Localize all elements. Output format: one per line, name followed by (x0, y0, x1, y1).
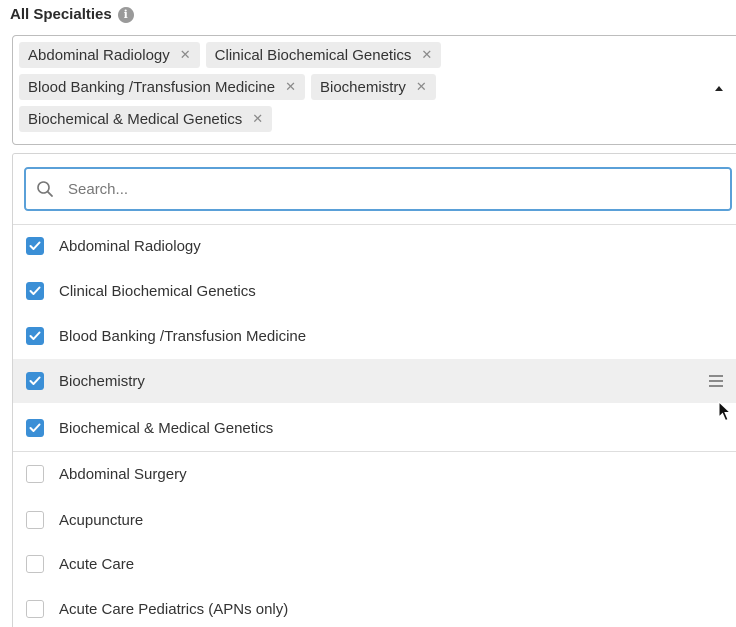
unchecked-checkbox[interactable] (26, 465, 44, 483)
checkmark-icon (29, 241, 41, 250)
option-item[interactable]: Biochemical & Medical Genetics (13, 406, 736, 450)
search-field[interactable] (24, 167, 732, 211)
option-item[interactable]: Abdominal Radiology (13, 224, 736, 268)
unchecked-checkbox[interactable] (26, 511, 44, 529)
drag-handle-icon[interactable] (709, 375, 723, 390)
selected-tag: Clinical Biochemical Genetics ✕ (205, 42, 442, 68)
option-item[interactable]: Acupuncture (13, 498, 736, 542)
tag-label: Biochemistry (320, 78, 406, 96)
selected-tag: Abdominal Radiology ✕ (19, 42, 200, 68)
option-item[interactable]: Biochemistry (13, 359, 736, 403)
selected-tag: Biochemistry ✕ (311, 74, 436, 100)
search-icon (37, 181, 53, 197)
checked-checkbox[interactable] (26, 237, 44, 255)
option-label: Acupuncture (59, 511, 144, 529)
remove-tag-icon[interactable]: ✕ (416, 79, 427, 95)
field-label: All Specialties (10, 6, 112, 23)
option-label: Abdominal Radiology (59, 237, 201, 255)
tag-label: Abdominal Radiology (28, 46, 170, 64)
option-item[interactable]: Acute Care (13, 542, 736, 586)
option-label: Blood Banking /Transfusion Medicine (59, 327, 307, 345)
option-label: Acute Care (59, 555, 135, 573)
option-label: Clinical Biochemical Genetics (59, 282, 256, 300)
option-item[interactable]: Acute Care Pediatrics (APNs only) (13, 587, 736, 627)
checked-checkbox[interactable] (26, 282, 44, 300)
checked-checkbox[interactable] (26, 372, 44, 390)
remove-tag-icon[interactable]: ✕ (285, 79, 296, 95)
checkmark-icon (29, 423, 41, 432)
selected-tag: Blood Banking /Transfusion Medicine ✕ (19, 74, 305, 100)
remove-tag-icon[interactable]: ✕ (180, 47, 191, 63)
specialty-multiselect: All Specialties i Abdominal Radiology ✕ … (0, 0, 736, 627)
option-label: Acute Care Pediatrics (APNs only) (59, 600, 289, 618)
tag-label: Blood Banking /Transfusion Medicine (28, 78, 276, 96)
selected-values-box[interactable]: Abdominal Radiology ✕ Clinical Biochemic… (12, 35, 736, 145)
tag-label: Biochemical & Medical Genetics (28, 110, 243, 128)
checked-checkbox[interactable] (26, 327, 44, 345)
search-input[interactable] (66, 179, 730, 199)
collapse-caret-icon[interactable] (715, 86, 723, 91)
option-label: Biochemical & Medical Genetics (59, 419, 274, 437)
dropdown-panel: Abdominal Radiology Clinical Biochemical … (12, 153, 736, 627)
option-item[interactable]: Abdominal Surgery (13, 452, 736, 496)
selected-tag: Biochemical & Medical Genetics ✕ (19, 106, 273, 132)
checked-checkbox[interactable] (26, 419, 44, 437)
mouse-pointer-icon (718, 401, 732, 422)
option-label: Biochemistry (59, 372, 145, 390)
remove-tag-icon[interactable]: ✕ (421, 47, 432, 63)
unchecked-checkbox[interactable] (26, 600, 44, 618)
field-label-row: All Specialties i (10, 6, 134, 23)
checkmark-icon (29, 331, 41, 340)
checkmark-icon (29, 376, 41, 385)
tag-label: Clinical Biochemical Genetics (214, 46, 412, 64)
option-item[interactable]: Clinical Biochemical Genetics (13, 269, 736, 313)
unchecked-checkbox[interactable] (26, 555, 44, 573)
option-label: Abdominal Surgery (59, 465, 187, 483)
checkmark-icon (29, 286, 41, 295)
tag-list: Abdominal Radiology ✕ Clinical Biochemic… (19, 42, 659, 132)
selected-section-divider (13, 451, 736, 452)
remove-tag-icon[interactable]: ✕ (252, 111, 263, 127)
info-icon[interactable]: i (117, 6, 134, 23)
option-item[interactable]: Blood Banking /Transfusion Medicine (13, 314, 736, 358)
